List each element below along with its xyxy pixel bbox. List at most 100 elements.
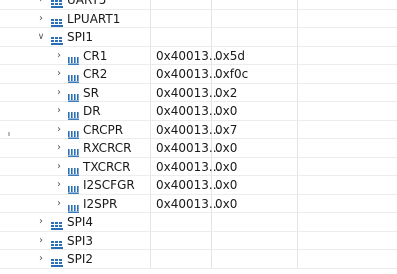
column-divider	[297, 231, 298, 249]
register-row-i2spr[interactable]: › I2SPR 0x40013... 0x0	[0, 194, 397, 214]
register-row-crcpr[interactable]: › CRCPR 0x40013... 0x7	[0, 120, 397, 140]
register-name: TXCRCR	[83, 159, 131, 174]
register-value[interactable]: 0xf0c	[215, 65, 248, 84]
chevron-right-icon[interactable]: ›	[36, 232, 46, 251]
splitter-handle[interactable]	[8, 132, 10, 136]
register-address: 0x40013...	[156, 196, 221, 211]
column-divider	[150, 120, 151, 138]
peripheral-row-spi4[interactable]: › SPI4	[0, 213, 397, 232]
register-value[interactable]: 0x0	[215, 176, 237, 195]
column-divider	[150, 194, 151, 212]
column-divider	[150, 102, 151, 120]
register-value[interactable]: 0x0	[215, 102, 237, 121]
register-row-dr[interactable]: › DR 0x40013... 0x0	[0, 102, 397, 121]
column-divider	[150, 231, 151, 249]
chevron-right-icon[interactable]: ›	[54, 121, 64, 140]
peripheral-label: SPI2	[67, 252, 94, 266]
register-address: 0x40013...	[156, 48, 221, 63]
column-divider	[297, 0, 298, 9]
peripherals-tree: ›UART5›LPUART1∨SPI1›CR10x40013...0x5d›CR…	[0, 0, 397, 269]
column-divider	[150, 213, 151, 231]
register-name: I2SPR	[83, 196, 118, 211]
column-divider	[150, 83, 151, 101]
peripheral-row-spi3[interactable]: › SPI3	[0, 231, 397, 251]
column-divider	[297, 9, 298, 27]
chevron-down-icon[interactable]: ∨	[36, 28, 46, 47]
chevron-right-icon[interactable]: ›	[54, 158, 64, 177]
chevron-right-icon[interactable]: ›	[54, 84, 64, 103]
register-name: I2SCFGR	[83, 178, 135, 192]
register-row-cr1[interactable]: › CR1 0x40013... 0x5d	[0, 46, 397, 66]
column-divider	[150, 28, 151, 46]
register-name: CR1	[83, 48, 108, 63]
column-divider	[297, 194, 298, 212]
register-name: SR	[83, 85, 99, 100]
chevron-right-icon[interactable]: ›	[54, 102, 64, 121]
column-divider	[211, 0, 212, 9]
chevron-right-icon[interactable]: ›	[54, 47, 64, 66]
column-divider	[150, 0, 151, 9]
column-divider	[150, 176, 151, 194]
column-divider	[211, 231, 212, 249]
register-value[interactable]: 0x5d	[215, 47, 245, 66]
register-value[interactable]: 0x0	[215, 158, 237, 177]
peripheral-label: SPI1	[67, 30, 94, 44]
peripheral-label: SPI4	[67, 215, 94, 229]
peripheral-label: SPI3	[67, 233, 94, 248]
register-address: 0x40013...	[156, 178, 221, 192]
peripheral-label: UART5	[67, 0, 107, 7]
column-divider	[211, 213, 212, 231]
chevron-right-icon[interactable]: ›	[36, 0, 46, 10]
chevron-right-icon[interactable]: ›	[36, 250, 46, 269]
column-divider	[297, 65, 298, 83]
register-address: 0x40013...	[156, 104, 221, 118]
register-address: 0x40013...	[156, 122, 221, 137]
column-divider	[297, 250, 298, 268]
column-divider	[211, 250, 212, 268]
peripheral-label: LPUART1	[67, 11, 121, 26]
register-name: DR	[83, 104, 101, 118]
register-address: 0x40013...	[156, 67, 221, 81]
column-divider	[211, 28, 212, 46]
chevron-right-icon[interactable]: ›	[36, 10, 46, 29]
column-divider	[297, 213, 298, 231]
register-value[interactable]: 0x7	[215, 121, 237, 140]
column-divider	[150, 157, 151, 175]
chevron-right-icon[interactable]: ›	[54, 65, 64, 84]
peripheral-row-spi2[interactable]: › SPI2	[0, 250, 397, 269]
column-divider	[297, 139, 298, 157]
column-divider	[297, 176, 298, 194]
column-divider	[150, 139, 151, 157]
register-row-rxcrcr[interactable]: › RXCRCR 0x40013... 0x0	[0, 139, 397, 158]
register-value[interactable]: 0x0	[215, 195, 237, 214]
register-value[interactable]: 0x2	[215, 84, 237, 103]
column-divider	[150, 9, 151, 27]
column-divider	[211, 9, 212, 27]
register-name: RXCRCR	[83, 141, 132, 155]
peripheral-icon	[51, 255, 63, 274]
register-row-txcrcr[interactable]: › TXCRCR 0x40013... 0x0	[0, 157, 397, 177]
column-divider	[297, 83, 298, 101]
register-row-cr2[interactable]: › CR2 0x40013... 0xf0c	[0, 65, 397, 84]
register-row-i2scfgr[interactable]: › I2SCFGR 0x40013... 0x0	[0, 176, 397, 195]
column-divider	[150, 65, 151, 83]
chevron-right-icon[interactable]: ›	[36, 213, 46, 232]
chevron-right-icon[interactable]: ›	[54, 195, 64, 214]
register-address: 0x40013...	[156, 85, 221, 100]
register-address: 0x40013...	[156, 159, 221, 174]
register-value[interactable]: 0x0	[215, 139, 237, 158]
register-name: CR2	[83, 67, 108, 81]
peripheral-row-uart5[interactable]: › UART5	[0, 0, 397, 10]
register-name: CRCPR	[83, 122, 124, 137]
column-divider	[150, 250, 151, 268]
chevron-right-icon[interactable]: ›	[54, 176, 64, 195]
column-divider	[297, 157, 298, 175]
register-address: 0x40013...	[156, 141, 221, 155]
column-divider	[297, 120, 298, 138]
column-divider	[297, 46, 298, 64]
chevron-right-icon[interactable]: ›	[54, 139, 64, 158]
register-row-sr[interactable]: › SR 0x40013... 0x2	[0, 83, 397, 103]
peripheral-row-lpuart1[interactable]: › LPUART1	[0, 9, 397, 29]
peripheral-row-spi1[interactable]: ∨ SPI1	[0, 28, 397, 47]
column-divider	[297, 102, 298, 120]
